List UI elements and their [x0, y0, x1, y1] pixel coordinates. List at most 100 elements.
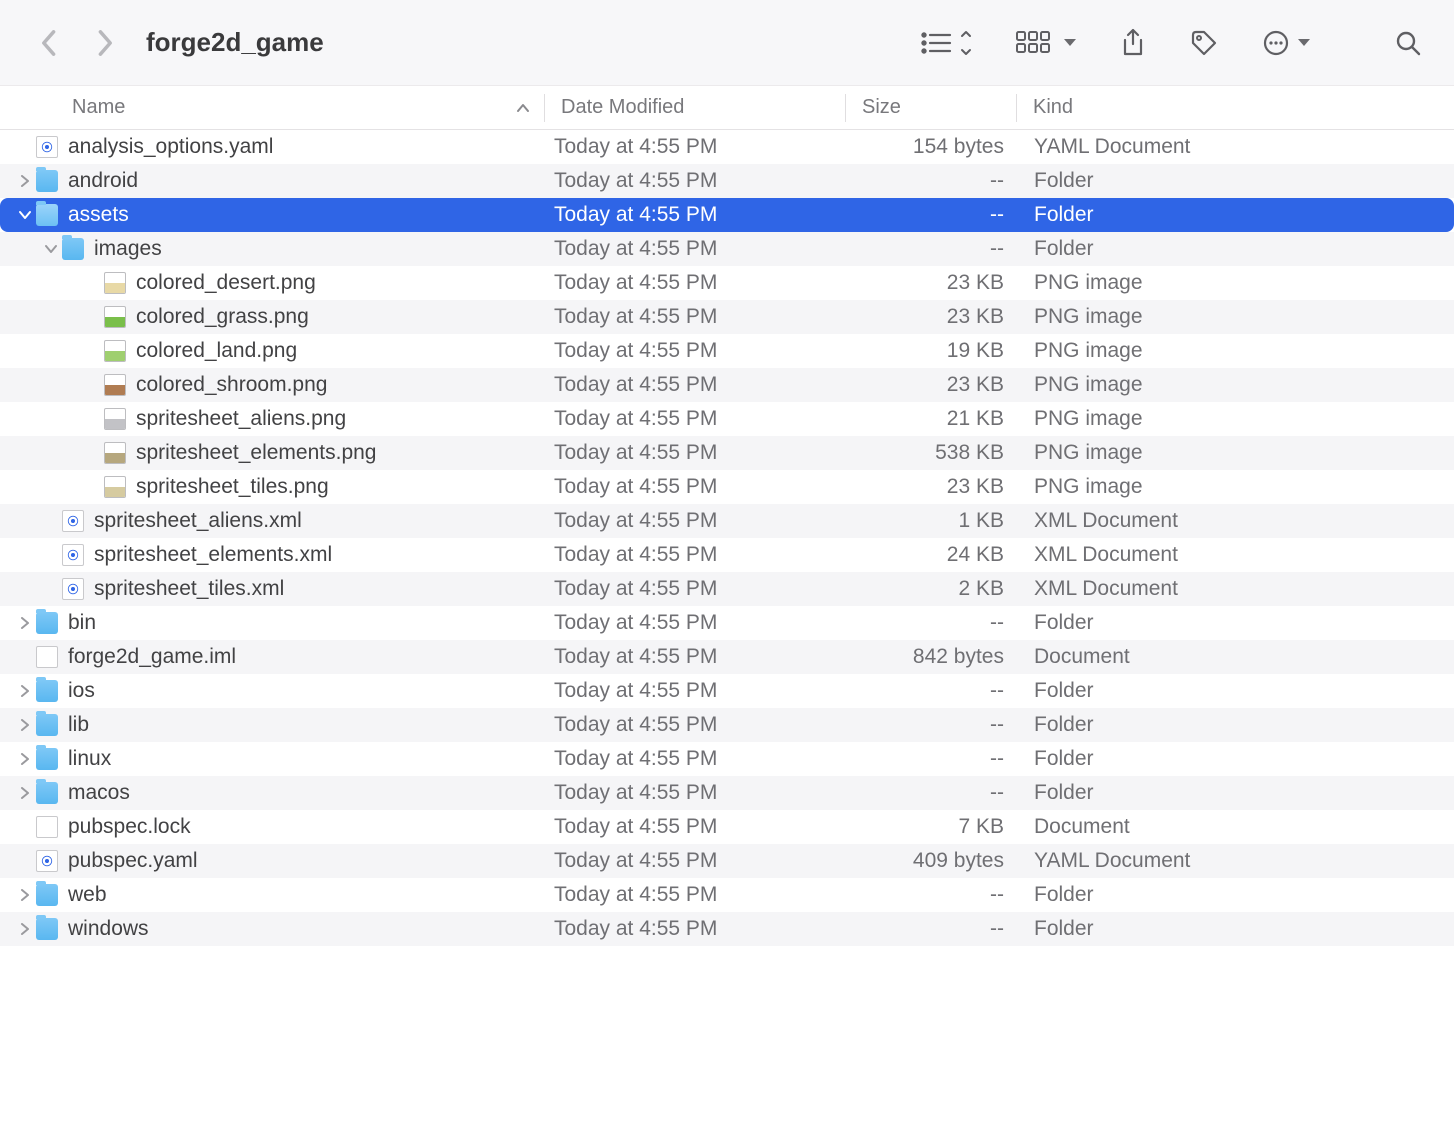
file-kind: PNG image: [1024, 305, 1454, 329]
file-kind: Folder: [1024, 883, 1454, 907]
disclosure-closed-icon[interactable]: [18, 685, 32, 697]
file-kind: XML Document: [1024, 543, 1454, 567]
file-row[interactable]: spritesheet_elements.png Today at 4:55 PM…: [0, 436, 1454, 470]
view-grid-button[interactable]: [1016, 31, 1076, 55]
file-row[interactable]: webToday at 4:55 PM--Folder: [0, 878, 1454, 912]
disclosure-closed-icon[interactable]: [18, 889, 32, 901]
column-name[interactable]: Name: [0, 96, 544, 119]
png-file-icon: [104, 306, 126, 328]
chevron-down-icon: [1064, 39, 1076, 46]
disclosure-closed-icon[interactable]: [18, 923, 32, 935]
file-size: 842 bytes: [854, 645, 1024, 669]
file-size: --: [854, 917, 1024, 941]
file-row[interactable]: ⦿pubspec.yamlToday at 4:55 PM409 bytesYA…: [0, 844, 1454, 878]
more-actions-button[interactable]: [1262, 29, 1310, 57]
file-row[interactable]: spritesheet_aliens.pngToday at 4:55 PM21…: [0, 402, 1454, 436]
file-row[interactable]: ⦿spritesheet_elements.xmlToday at 4:55 P…: [0, 538, 1454, 572]
chevron-left-icon: [38, 29, 58, 57]
disclosure-open-icon[interactable]: [44, 244, 58, 254]
tag-icon: [1190, 29, 1218, 57]
folder-icon: [36, 714, 58, 736]
generic-file-icon: [36, 646, 58, 668]
search-icon: [1394, 29, 1422, 57]
share-button[interactable]: [1120, 28, 1146, 58]
file-row[interactable]: pubspec.lockToday at 4:55 PM7 KBDocument: [0, 810, 1454, 844]
file-date-modified: Today at 4:55 PM: [554, 441, 854, 465]
file-kind: Folder: [1024, 713, 1454, 737]
file-kind: Folder: [1024, 781, 1454, 805]
grid-view-icon: [1016, 31, 1056, 55]
file-size: 23 KB: [854, 271, 1024, 295]
file-row[interactable]: iosToday at 4:55 PM--Folder: [0, 674, 1454, 708]
chevron-right-icon: [96, 29, 116, 57]
column-kind[interactable]: Kind: [1017, 96, 1454, 119]
file-date-modified: Today at 4:55 PM: [554, 679, 854, 703]
search-button[interactable]: [1394, 29, 1422, 57]
column-size-label: Size: [862, 96, 901, 118]
back-button[interactable]: [26, 21, 70, 65]
file-size: --: [854, 747, 1024, 771]
file-row[interactable]: linuxToday at 4:55 PM--Folder: [0, 742, 1454, 776]
tags-button[interactable]: [1190, 29, 1218, 57]
file-name: spritesheet_tiles.png: [136, 475, 329, 499]
file-size: 154 bytes: [854, 135, 1024, 159]
file-date-modified: Today at 4:55 PM: [554, 135, 854, 159]
file-size: --: [854, 611, 1024, 635]
toolbar-actions: [920, 28, 1422, 58]
file-kind: XML Document: [1024, 577, 1454, 601]
file-size: --: [854, 713, 1024, 737]
folder-icon: [36, 680, 58, 702]
file-size: 19 KB: [854, 339, 1024, 363]
disclosure-closed-icon[interactable]: [18, 787, 32, 799]
file-date-modified: Today at 4:55 PM: [554, 577, 854, 601]
file-kind: YAML Document: [1024, 135, 1454, 159]
file-row[interactable]: colored_desert.pngToday at 4:55 PM23 KBP…: [0, 266, 1454, 300]
file-row[interactable]: ⦿analysis_options.yamlToday at 4:55 PM15…: [0, 130, 1454, 164]
file-row[interactable]: assetsToday at 4:55 PM--Folder: [0, 198, 1454, 232]
folder-icon: [36, 884, 58, 906]
file-row[interactable]: colored_land.pngToday at 4:55 PM19 KBPNG…: [0, 334, 1454, 368]
file-date-modified: Today at 4:55 PM: [554, 849, 854, 873]
column-size[interactable]: Size: [846, 96, 1016, 119]
file-row[interactable]: androidToday at 4:55 PM--Folder: [0, 164, 1454, 198]
forward-button[interactable]: [84, 21, 128, 65]
file-date-modified: Today at 4:55 PM: [554, 883, 854, 907]
xml-file-icon: ⦿: [62, 510, 84, 532]
file-size: --: [854, 169, 1024, 193]
disclosure-closed-icon[interactable]: [18, 753, 32, 765]
file-date-modified: Today at 4:55 PM: [554, 543, 854, 567]
file-row[interactable]: forge2d_game.imlToday at 4:55 PM842 byte…: [0, 640, 1454, 674]
file-kind: PNG image: [1024, 441, 1454, 465]
file-row[interactable]: libToday at 4:55 PM--Folder: [0, 708, 1454, 742]
file-date-modified: Today at 4:55 PM: [554, 407, 854, 431]
png-file-icon: [104, 272, 126, 294]
file-row[interactable]: colored_shroom.pngToday at 4:55 PM23 KBP…: [0, 368, 1454, 402]
disclosure-closed-icon[interactable]: [18, 617, 32, 629]
file-kind: Folder: [1024, 679, 1454, 703]
chevron-down-icon: [1298, 39, 1310, 46]
view-list-button[interactable]: [920, 30, 972, 56]
sort-ascending-icon: [516, 96, 530, 119]
column-date-modified[interactable]: Date Modified: [545, 96, 845, 119]
disclosure-open-icon[interactable]: [18, 210, 32, 220]
file-row[interactable]: spritesheet_tiles.pngToday at 4:55 PM23 …: [0, 470, 1454, 504]
file-date-modified: Today at 4:55 PM: [554, 169, 854, 193]
column-date-label: Date Modified: [561, 96, 684, 118]
file-name: images: [94, 237, 162, 261]
file-row[interactable]: imagesToday at 4:55 PM--Folder: [0, 232, 1454, 266]
file-name: linux: [68, 747, 111, 771]
file-row[interactable]: ⦿spritesheet_tiles.xmlToday at 4:55 PM2 …: [0, 572, 1454, 606]
file-name: bin: [68, 611, 96, 635]
folder-icon: [36, 918, 58, 940]
disclosure-closed-icon[interactable]: [18, 719, 32, 731]
disclosure-closed-icon[interactable]: [18, 175, 32, 187]
file-row[interactable]: macosToday at 4:55 PM--Folder: [0, 776, 1454, 810]
file-row[interactable]: windowsToday at 4:55 PM--Folder: [0, 912, 1454, 946]
share-icon: [1120, 28, 1146, 58]
file-name: spritesheet_elements.png: [136, 441, 377, 465]
file-size: --: [854, 781, 1024, 805]
file-row[interactable]: ⦿spritesheet_aliens.xmlToday at 4:55 PM1…: [0, 504, 1454, 538]
file-size: 2 KB: [854, 577, 1024, 601]
file-row[interactable]: colored_grass.pngToday at 4:55 PM23 KBPN…: [0, 300, 1454, 334]
file-row[interactable]: binToday at 4:55 PM--Folder: [0, 606, 1454, 640]
